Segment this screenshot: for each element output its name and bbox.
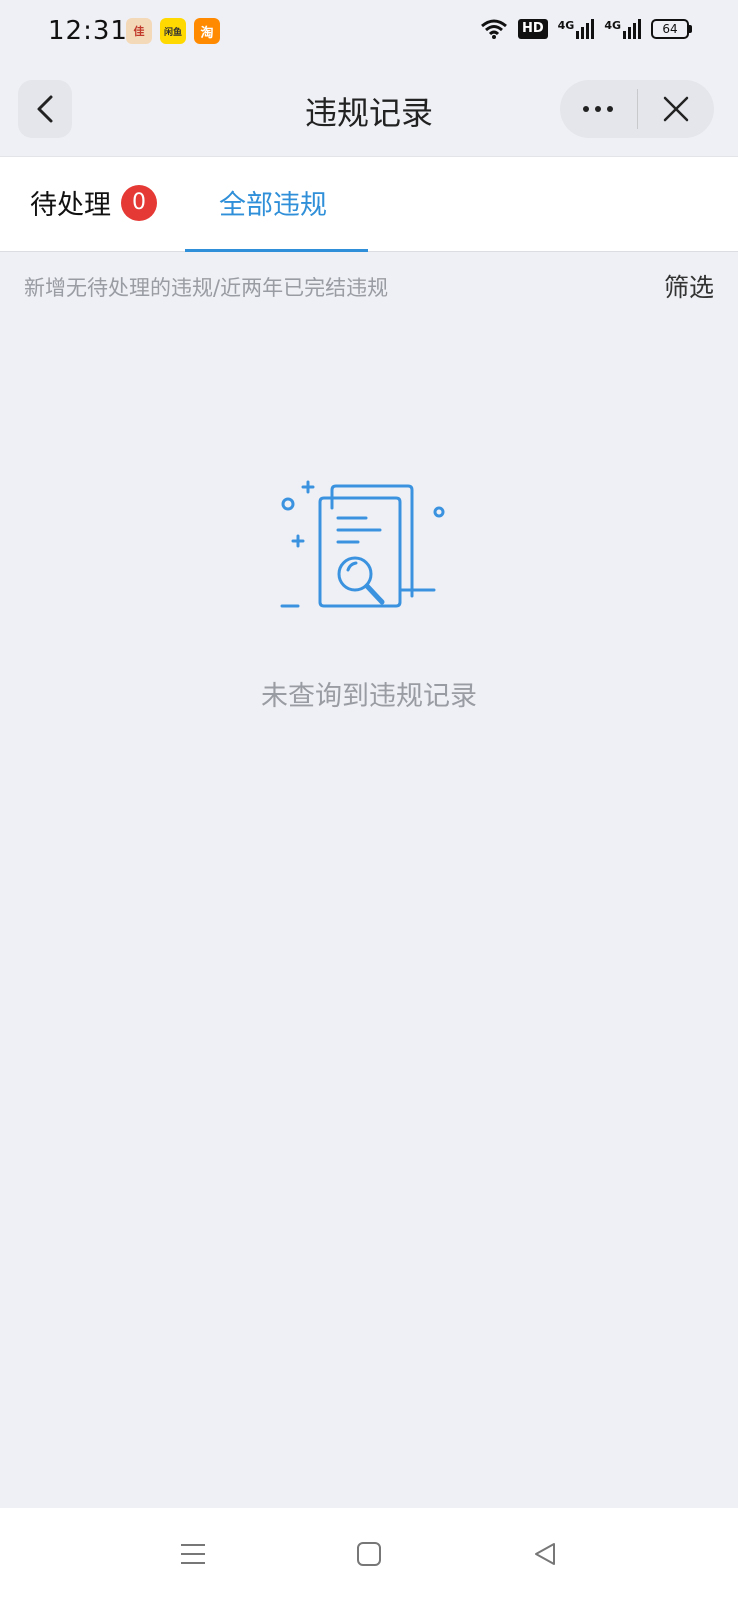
xianyu-notification-icon: 闲鱼 <box>160 18 186 44</box>
network-type-label: 4G <box>604 19 621 32</box>
tab-all-label: 全部违规 <box>219 190 327 221</box>
close-icon <box>663 96 688 122</box>
signal-4g-icon: 4G <box>558 19 595 39</box>
wifi-icon <box>480 19 507 39</box>
navbar: 违规记录 <box>0 66 738 156</box>
screen: 12:31 佳 闲鱼 淘 HD 4G 4G 64 违规记录 待处理 0 全部违规… <box>0 0 738 1600</box>
tab-pending-label: 待处理 <box>30 190 111 221</box>
network-type-label: 4G <box>557 19 575 32</box>
filter-button[interactable]: 筛选 <box>664 268 714 304</box>
battery-icon: 64 <box>651 19 692 39</box>
mini-program-capsule <box>560 80 714 138</box>
tab-pending[interactable]: 待处理 0 <box>30 183 157 222</box>
home-button[interactable] <box>347 1532 391 1576</box>
hint-row: 新增无待处理的违规/近两年已完结违规 筛选 <box>0 252 738 316</box>
hint-text: 新增无待处理的违规/近两年已完结违规 <box>24 276 389 300</box>
pending-count-badge: 0 <box>121 184 157 221</box>
tab-bar: 待处理 0 全部违规 <box>0 156 738 252</box>
status-bar: 12:31 佳 闲鱼 淘 HD 4G 4G 64 <box>0 0 738 66</box>
tab-all-violations[interactable]: 全部违规 <box>219 183 327 222</box>
notification-icons: 佳 闲鱼 淘 <box>126 18 220 44</box>
empty-state-text: 未查询到违规记录 <box>261 681 477 712</box>
taobao-notification-icon: 淘 <box>194 18 220 44</box>
recent-apps-button[interactable] <box>171 1532 215 1576</box>
close-button[interactable] <box>638 80 715 138</box>
document-search-icon <box>280 480 445 608</box>
system-navigation-bar <box>0 1508 738 1600</box>
more-icon <box>583 106 614 112</box>
signal-4g-icon-2: 4G <box>604 19 641 39</box>
back-triangle-icon <box>535 1543 555 1565</box>
home-icon <box>357 1542 381 1566</box>
battery-level: 64 <box>651 19 689 39</box>
app-notification-icon: 佳 <box>126 18 152 44</box>
system-back-button[interactable] <box>523 1532 567 1576</box>
more-button[interactable] <box>560 80 637 138</box>
clock: 12:31 <box>48 16 128 46</box>
hd-icon: HD <box>517 19 548 39</box>
status-indicators: HD 4G 4G 64 <box>480 18 692 40</box>
menu-icon <box>181 1544 205 1564</box>
